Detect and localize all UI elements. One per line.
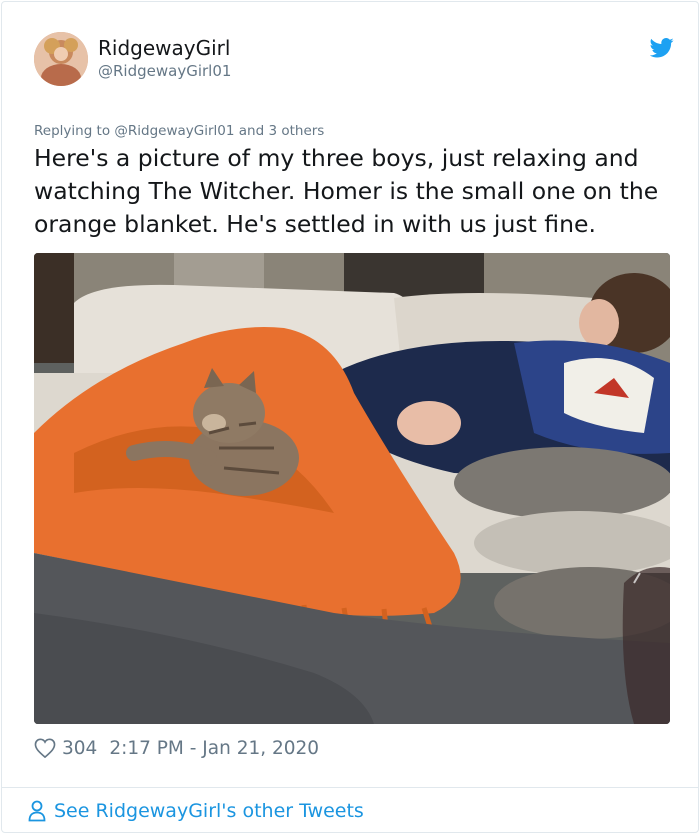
display-name[interactable]: RidgewayGirl	[98, 36, 230, 60]
twitter-bird-icon[interactable]	[650, 38, 674, 58]
avatar[interactable]	[34, 32, 88, 86]
replying-to[interactable]: Replying to @RidgewayGirl01 and 3 others	[34, 123, 324, 139]
tweet-card: RidgewayGirl @RidgewayGirl01 Replying to…	[1, 1, 699, 833]
like-count[interactable]: 304	[62, 738, 97, 759]
person-icon	[28, 800, 46, 822]
see-other-tweets-link[interactable]: See RidgewayGirl's other Tweets	[28, 798, 364, 824]
tweet-timestamp[interactable]: 2:17 PM - Jan 21, 2020	[109, 738, 319, 759]
divider	[2, 787, 698, 788]
tweet-photo[interactable]	[34, 253, 670, 724]
user-handle[interactable]: @RidgewayGirl01	[98, 62, 231, 80]
see-other-tweets-label[interactable]: See RidgewayGirl's other Tweets	[54, 800, 364, 822]
heart-icon[interactable]	[34, 738, 56, 758]
tweet-meta: 304 2:17 PM - Jan 21, 2020	[34, 735, 319, 761]
tweet-header: RidgewayGirl @RidgewayGirl01	[34, 32, 674, 92]
tweet-text: Here's a picture of my three boys, just …	[34, 144, 659, 238]
